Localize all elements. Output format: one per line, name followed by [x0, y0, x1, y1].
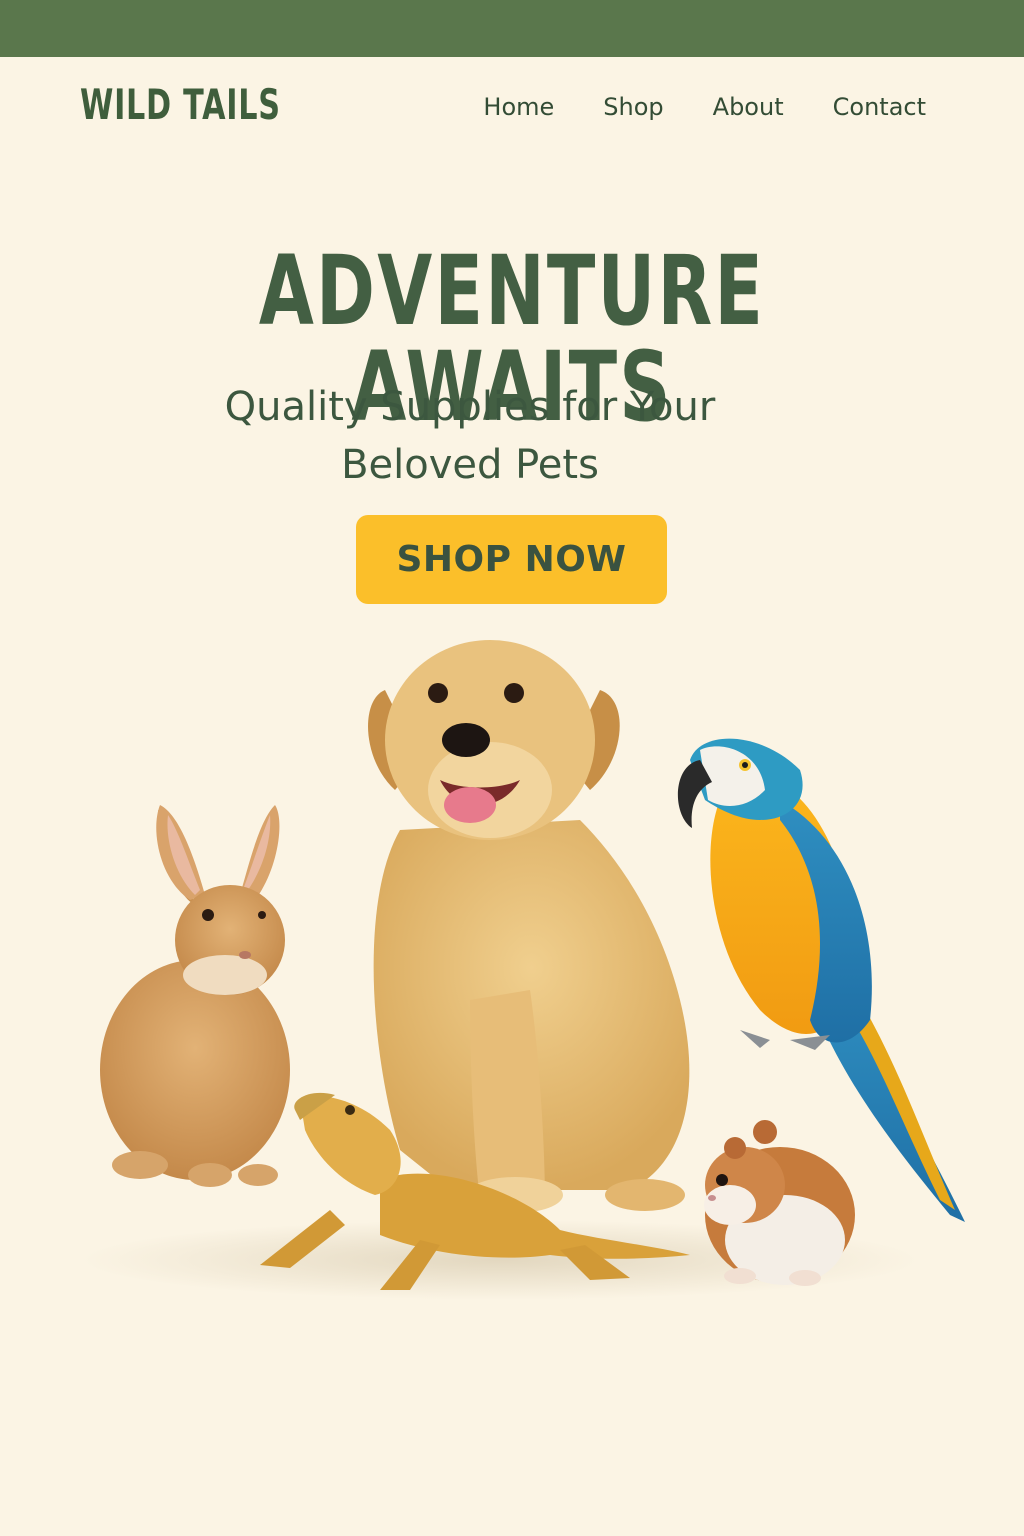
hamster-illustration [704, 1120, 855, 1286]
hero-subtitle: Quality Supplies for Your Beloved Pets [224, 384, 716, 488]
macaw-illustration [677, 738, 965, 1222]
nav-link-contact[interactable]: Contact [833, 95, 926, 119]
shop-now-button[interactable]: SHOP NOW [356, 515, 667, 604]
nav-link-shop[interactable]: Shop [603, 95, 663, 119]
pets-hero-image [80, 640, 965, 1300]
nav-link-home[interactable]: Home [483, 95, 554, 119]
dog-illustration [368, 640, 690, 1213]
main-nav: Home Shop About Contact [483, 95, 926, 119]
rabbit-illustration [100, 805, 290, 1187]
top-bar [0, 0, 1024, 57]
nav-link-about[interactable]: About [713, 95, 784, 119]
brand-logo[interactable]: WILD TAILS [80, 84, 281, 126]
shop-now-label: SHOP NOW [396, 539, 627, 580]
